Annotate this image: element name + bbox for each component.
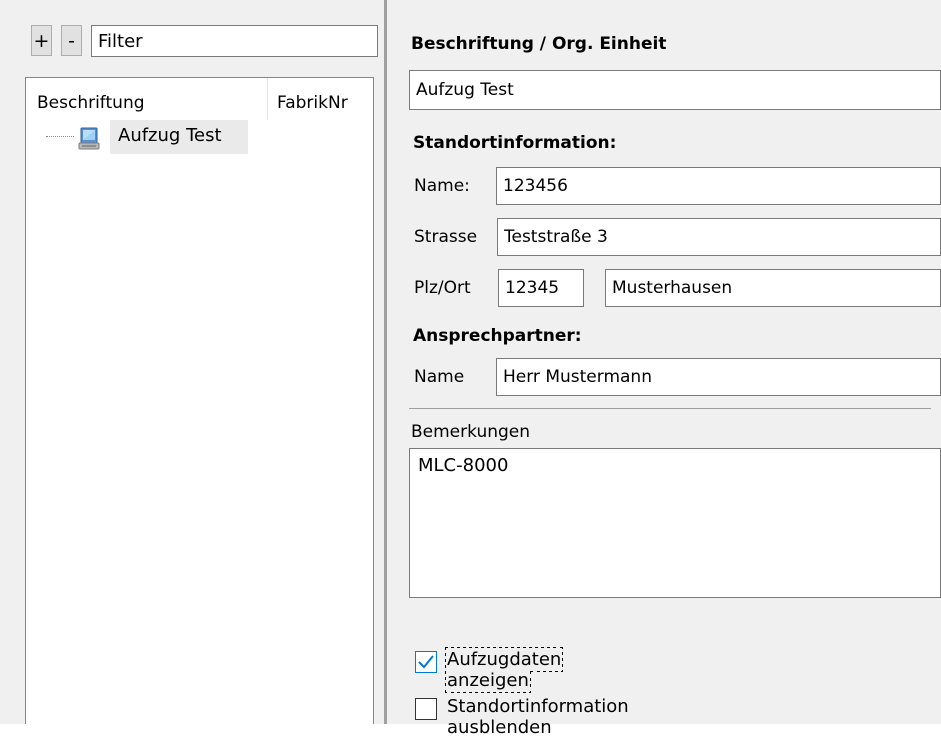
column-divider[interactable] (267, 78, 268, 120)
tree-item-label: Aufzug Test (118, 125, 222, 146)
org-unit-field[interactable] (409, 70, 941, 110)
hide-location-label[interactable]: Standortinformation ausblenden (447, 696, 629, 738)
column-header-fabriknr[interactable]: FabrikNr (277, 93, 348, 113)
column-header-beschriftung[interactable]: Beschriftung (37, 93, 145, 113)
hide-location-checkbox[interactable] (415, 698, 437, 720)
tree-item[interactable]: Aufzug Test (36, 120, 248, 154)
separator (409, 408, 931, 409)
add-button[interactable]: + (31, 25, 52, 56)
plz-field[interactable] (498, 269, 584, 307)
remove-button[interactable]: - (61, 25, 82, 56)
notes-label: Bemerkungen (411, 422, 531, 442)
show-data-label-text: Aufzugdaten anzeigen (444, 647, 564, 693)
contact-name-field[interactable] (496, 358, 941, 396)
details-panel: Beschriftung / Org. Einheit Standortinfo… (387, 0, 941, 738)
name-label: Name: (414, 176, 470, 196)
ort-field[interactable] (605, 269, 941, 307)
contact-heading: Ansprechpartner: (413, 326, 582, 346)
contact-name-label: Name (414, 367, 465, 387)
tree-view[interactable]: Beschriftung FabrikNr Aufzug Test (25, 77, 374, 724)
tree-item-selection[interactable]: Aufzug Test (110, 120, 248, 154)
filter-input[interactable] (91, 25, 378, 57)
name-field[interactable] (496, 167, 941, 205)
show-data-checkbox[interactable] (415, 651, 437, 673)
notes-field[interactable]: MLC-8000 (409, 448, 941, 598)
checkmark-icon (418, 655, 434, 669)
strasse-label: Strasse (414, 227, 478, 247)
plz-ort-label: Plz/Ort (414, 278, 471, 298)
tree-connector (46, 136, 74, 137)
org-unit-heading: Beschriftung / Org. Einheit (411, 34, 667, 54)
left-panel: + - Beschriftung FabrikNr Aufzug Test (0, 0, 384, 724)
computer-icon (78, 127, 100, 151)
strasse-field[interactable] (497, 218, 941, 256)
show-data-label[interactable]: Aufzugdaten anzeigen (444, 647, 564, 693)
location-heading: Standortinformation: (413, 133, 617, 153)
